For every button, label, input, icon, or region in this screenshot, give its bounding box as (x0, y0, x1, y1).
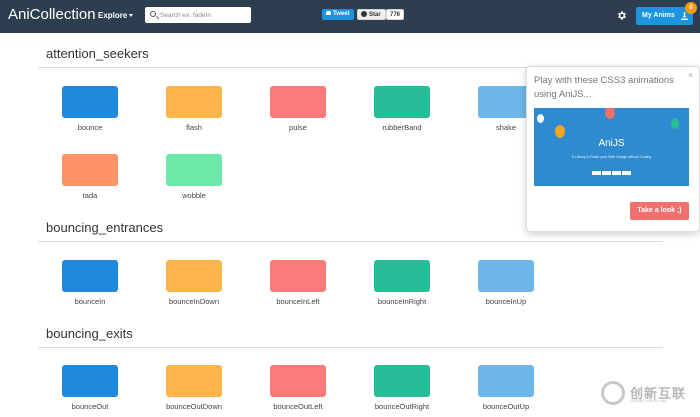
anim-card-bounceoutleft[interactable]: bounceOutLeft (270, 365, 326, 411)
tweet-label: Tweet (333, 11, 350, 17)
balloon-icon (537, 114, 544, 123)
github-icon (361, 11, 367, 17)
github-star-count[interactable]: 776 (386, 9, 405, 20)
anim-preview-tile[interactable] (62, 365, 118, 397)
gear-icon[interactable] (616, 10, 627, 21)
star-label: Star (369, 12, 381, 18)
anim-card-wobble[interactable]: wobble (166, 154, 222, 200)
explore-dropdown[interactable]: Explore (98, 11, 134, 20)
balloon-icon (605, 108, 615, 119)
close-icon[interactable]: × (688, 70, 693, 80)
anim-card-bounceinright[interactable]: bounceInRight (374, 260, 430, 306)
anim-label: bounceOutLeft (273, 402, 323, 411)
anim-card-pulse[interactable]: pulse (270, 86, 326, 132)
anim-label: bounceOutUp (482, 402, 530, 411)
tweet-button[interactable]: Tweet (322, 9, 354, 20)
anim-preview-tile[interactable] (62, 154, 118, 186)
balloon-icon (555, 125, 565, 138)
preview-subtitle: A Library to Raise your Web Design witho… (571, 155, 652, 159)
anim-card-rubberband[interactable]: rubberBand (374, 86, 430, 132)
section-title-bouncing-entrances: bouncing_entrances (46, 220, 164, 235)
anim-label: bounceInRight (377, 297, 427, 306)
anim-label: bounceOutRight (374, 402, 430, 411)
anim-card-bounceinup[interactable]: bounceInUp (478, 260, 534, 306)
section-divider (38, 347, 663, 348)
my-anims-count-badge: 0 (685, 2, 697, 14)
anim-label: wobble (182, 191, 206, 200)
anim-preview-tile[interactable] (270, 365, 326, 397)
balloon-icon (671, 118, 679, 129)
anim-preview-tile[interactable] (478, 365, 534, 397)
anim-card-tada[interactable]: tada (62, 154, 118, 200)
anim-label: bounceOutDown (166, 402, 222, 411)
search-box[interactable] (145, 7, 251, 23)
section-divider (38, 241, 663, 242)
anim-preview-tile[interactable] (374, 365, 430, 397)
anim-preview-tile[interactable] (166, 86, 222, 118)
anim-card-bounceoutup[interactable]: bounceOutUp (478, 365, 534, 411)
top-navbar: AniCollection Explore Tweet Star 776 My … (0, 0, 700, 33)
anim-label: pulse (289, 123, 307, 132)
anim-preview-tile[interactable] (166, 260, 222, 292)
watermark: 创新互联 CHUANG XIN HU LIAN (601, 380, 700, 406)
anim-card-bounceout[interactable]: bounceOut (62, 365, 118, 411)
anim-preview-tile[interactable] (270, 86, 326, 118)
anim-preview-tile[interactable] (62, 86, 118, 118)
anijs-promo-popover: × Play with these CSS3 animations using … (526, 66, 700, 232)
section-title-bouncing-exits: bouncing_exits (46, 326, 133, 341)
anim-card-flash[interactable]: flash (166, 86, 222, 132)
download-icon (681, 12, 688, 20)
watermark-en: CHUANG XIN HU LIAN (630, 399, 667, 403)
anim-preview-tile[interactable] (374, 260, 430, 292)
caret-down-icon (129, 14, 134, 18)
twitter-bird-icon (326, 11, 331, 15)
anim-card-bounceindown[interactable]: bounceInDown (166, 260, 222, 306)
preview-title: AniJS (598, 138, 625, 149)
anim-label: bounceOut (71, 402, 109, 411)
anim-card-bouncein[interactable]: bounceIn (62, 260, 118, 306)
anim-label: bounceInLeft (276, 297, 320, 306)
anim-preview-tile[interactable] (166, 365, 222, 397)
anim-card-bounceinleft[interactable]: bounceInLeft (270, 260, 326, 306)
preview-buttons (592, 162, 632, 175)
anim-label: flash (186, 123, 202, 132)
anim-label: rubberBand (382, 123, 422, 132)
anim-preview-tile[interactable] (270, 260, 326, 292)
anim-preview-tile[interactable] (166, 154, 222, 186)
github-star-button[interactable]: Star (357, 9, 386, 20)
anim-label: bounceIn (74, 297, 106, 306)
explore-label: Explore (98, 11, 128, 20)
anijs-preview-image[interactable]: AniJS A Library to Raise your Web Design… (534, 108, 689, 186)
anim-label: bounceInUp (485, 297, 527, 306)
search-input[interactable] (160, 9, 248, 21)
anim-label: bounce (77, 123, 103, 132)
anim-preview-tile[interactable] (374, 86, 430, 118)
anim-card-bounceoutright[interactable]: bounceOutRight (374, 365, 430, 411)
search-icon (150, 11, 156, 17)
brand-logo[interactable]: AniCollection (8, 6, 96, 23)
popover-text: Play with these CSS3 animations using An… (534, 75, 674, 100)
take-a-look-button[interactable]: Take a look ;) (630, 202, 689, 220)
watermark-logo-icon (601, 381, 625, 405)
anim-card-bounce[interactable]: bounce (62, 86, 118, 132)
anim-preview-tile[interactable] (62, 260, 118, 292)
anim-preview-tile[interactable] (478, 260, 534, 292)
anim-label: bounceInDown (168, 297, 220, 306)
anim-label: tada (82, 191, 98, 200)
my-anims-label: My Anims (642, 12, 675, 19)
section-title-attention-seekers: attention_seekers (46, 46, 149, 61)
anim-card-bounceoutdown[interactable]: bounceOutDown (166, 365, 222, 411)
